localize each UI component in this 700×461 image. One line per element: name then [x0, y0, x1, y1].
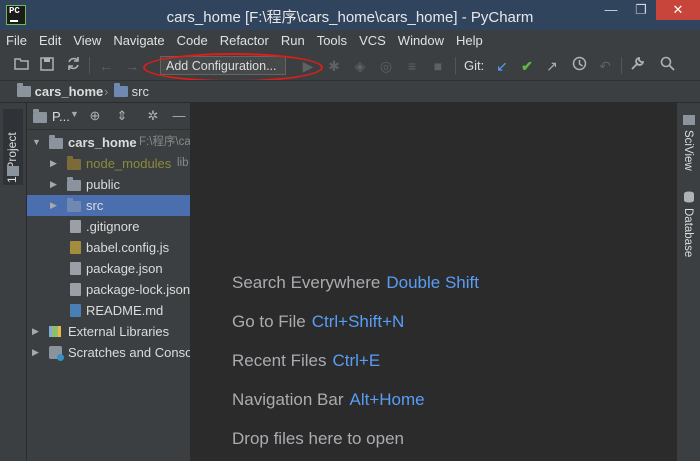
scratch-icon — [49, 346, 64, 361]
add-configuration-button[interactable]: Add Configuration... — [160, 56, 286, 75]
menu-help[interactable]: Help — [450, 30, 489, 52]
menu-refactor[interactable]: Refactor — [214, 30, 275, 52]
locate-target-icon[interactable]: ⊕ — [87, 108, 103, 124]
source-folder-icon — [67, 198, 81, 212]
breadcrumb-separator-icon: › — [104, 84, 109, 99]
close-button[interactable]: ✕ — [656, 0, 700, 20]
concurrency-icon[interactable]: ≡ — [402, 56, 422, 76]
collapsed-arrow-icon[interactable]: ▶ — [32, 342, 42, 363]
library-icon — [49, 326, 61, 337]
tree-item-cars-home[interactable]: ▼ cars_home F:\程序\ca — [27, 132, 190, 153]
stop-icon[interactable]: ■ — [428, 56, 448, 76]
tree-item-scratches[interactable]: ▶ Scratches and Conso — [27, 342, 190, 363]
title-bar: PC cars_home [F:\程序\cars_home\cars_home]… — [0, 0, 700, 30]
run-icon[interactable]: ▶ — [298, 56, 318, 76]
breadcrumb-item-src[interactable]: src — [114, 83, 149, 99]
left-tool-stripe: 1: Project — [0, 103, 27, 461]
md-file-icon — [70, 304, 81, 317]
history-icon[interactable] — [569, 56, 589, 76]
tree-item-readme[interactable]: README.md — [27, 300, 190, 321]
right-tool-stripe: SciView Database — [676, 103, 700, 461]
tree-item-node-modules[interactable]: ▶ node_modules lib — [27, 153, 190, 174]
sciview-tab[interactable]: SciView — [682, 130, 694, 171]
json-file-icon — [70, 262, 81, 275]
debug-icon[interactable]: ✱ — [324, 56, 344, 76]
minimize-button[interactable]: — — [596, 0, 626, 20]
collapse-all-icon[interactable]: ⇕ — [114, 108, 130, 124]
tree-item-package-lock[interactable]: package-lock.json — [27, 279, 190, 300]
tree-item-package-json[interactable]: package.json — [27, 258, 190, 279]
menu-edit[interactable]: Edit — [33, 30, 67, 52]
maximize-button[interactable]: ❐ — [626, 0, 656, 20]
menu-bar: File Edit View Navigate Code Refactor Ru… — [0, 30, 700, 52]
collapsed-arrow-icon[interactable]: ▶ — [32, 321, 42, 342]
vcs-commit-icon[interactable]: ✔ — [517, 56, 537, 76]
collapsed-arrow-icon[interactable]: ▶ — [50, 174, 60, 195]
file-icon — [70, 220, 81, 233]
hint-navigation-bar: Navigation Bar Alt+Home — [232, 390, 425, 409]
project-folder-icon — [7, 166, 19, 176]
save-icon[interactable] — [37, 56, 57, 76]
menu-view[interactable]: View — [67, 30, 107, 52]
database-icon — [683, 191, 695, 203]
forward-icon[interactable]: → — [122, 56, 142, 76]
menu-file[interactable]: File — [0, 30, 33, 52]
json-file-icon — [70, 283, 81, 296]
main-toolbar: ← → Add Configuration... ▶ ✱ ◈ ◎ ≡ ■ ↙ ✔… — [0, 52, 700, 80]
search-icon[interactable] — [657, 56, 677, 76]
hint-recent-files: Recent Files Ctrl+E — [232, 351, 381, 370]
panel-folder-icon — [33, 109, 47, 123]
folder-icon — [17, 83, 31, 97]
gear-icon[interactable]: ✲ — [145, 108, 161, 124]
menu-window[interactable]: Window — [392, 30, 450, 52]
js-file-icon — [70, 241, 81, 254]
tree-item-babel-config[interactable]: babel.config.js — [27, 237, 190, 258]
menu-code[interactable]: Code — [171, 30, 214, 52]
menu-vcs[interactable]: VCS — [353, 30, 392, 52]
open-folder-icon[interactable] — [12, 56, 32, 76]
excluded-folder-icon — [67, 156, 81, 170]
sync-icon[interactable] — [63, 56, 83, 76]
tree-item-src[interactable]: ▶ src — [27, 195, 190, 216]
folder-icon — [49, 135, 63, 149]
hint-go-to-file: Go to File Ctrl+Shift+N — [232, 312, 405, 331]
sciview-icon — [683, 115, 695, 125]
tree-item-external-libraries[interactable]: ▶ External Libraries — [27, 321, 190, 342]
settings-wrench-icon[interactable] — [627, 56, 647, 76]
menu-navigate[interactable]: Navigate — [107, 30, 170, 52]
profile-icon[interactable]: ◎ — [376, 56, 396, 76]
editor-area[interactable]: Search Everywhere Double Shift Go to File… — [190, 103, 676, 461]
back-icon[interactable]: ← — [96, 56, 116, 76]
collapsed-arrow-icon[interactable]: ▶ — [50, 153, 60, 174]
project-panel-header: P... ▼ ⊕ ⇕ ✲ — — [27, 103, 190, 130]
view-selector[interactable]: P... — [52, 109, 70, 124]
window-title: cars_home [F:\程序\cars_home\cars_home] - … — [166, 9, 534, 26]
tree-item-public[interactable]: ▶ public — [27, 174, 190, 195]
hide-panel-icon[interactable]: — — [171, 108, 187, 124]
hint-drop-files: Drop files here to open — [232, 429, 404, 448]
source-folder-icon — [114, 83, 128, 97]
coverage-icon[interactable]: ◈ — [350, 56, 370, 76]
breadcrumb-item-cars-home[interactable]: cars_home — [17, 83, 103, 99]
menu-tools[interactable]: Tools — [311, 30, 353, 52]
rollback-icon[interactable]: ↶ — [595, 56, 615, 76]
hint-search-everywhere: Search Everywhere Double Shift — [232, 273, 479, 292]
database-tab[interactable]: Database — [682, 208, 694, 257]
vcs-push-icon[interactable]: ↗ — [542, 56, 562, 76]
menu-run[interactable]: Run — [275, 30, 311, 52]
view-selector-dropdown-icon[interactable]: ▼ — [70, 109, 79, 119]
folder-icon — [67, 177, 81, 191]
project-panel: P... ▼ ⊕ ⇕ ✲ — ▼ cars_home F:\程序\ca ▶ no… — [27, 103, 190, 461]
tree-item-gitignore[interactable]: .gitignore — [27, 216, 190, 237]
breadcrumb: cars_home › src — [0, 80, 700, 103]
collapsed-arrow-icon[interactable]: ▶ — [50, 195, 60, 216]
git-label: Git: — [464, 58, 485, 73]
vcs-update-icon[interactable]: ↙ — [492, 56, 512, 76]
expanded-arrow-icon[interactable]: ▼ — [32, 132, 42, 153]
